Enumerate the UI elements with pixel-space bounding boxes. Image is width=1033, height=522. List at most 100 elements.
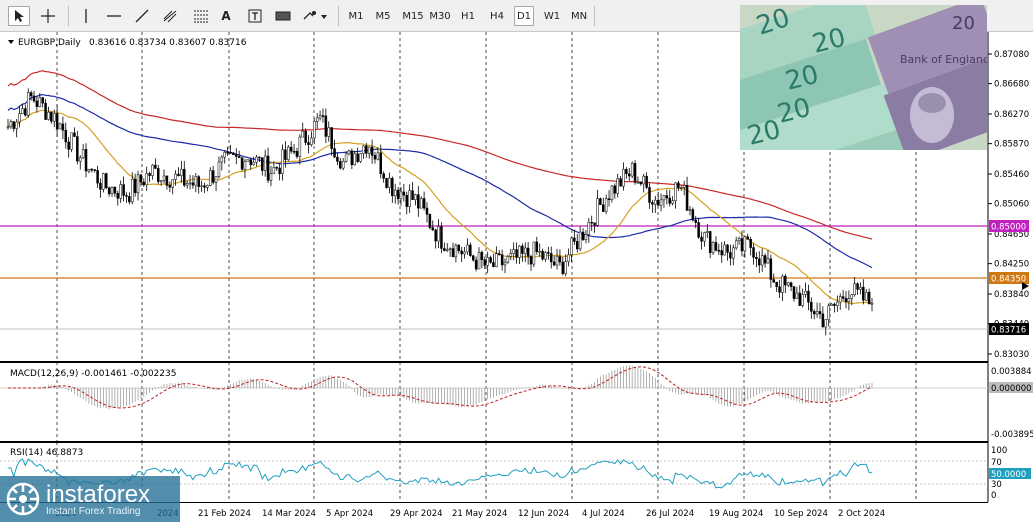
timeframe-h1-button[interactable]: H1 — [458, 6, 478, 26]
candle-body — [396, 189, 400, 200]
candle-body — [350, 150, 354, 165]
candle-body — [532, 241, 536, 265]
candle-body — [266, 155, 270, 181]
candle-body — [408, 190, 411, 207]
candle-body — [211, 170, 215, 183]
candle-body — [47, 111, 50, 120]
candle-body — [570, 237, 573, 256]
candle-body — [503, 261, 507, 266]
candle-body — [818, 311, 822, 315]
candle-body — [778, 286, 781, 293]
candle-body — [21, 108, 24, 114]
timeframe-m5-button[interactable]: M5 — [373, 6, 393, 26]
price-tick-label: 0.86270 — [994, 110, 1029, 120]
candle-body — [691, 209, 695, 221]
candle-body — [550, 253, 553, 263]
candle-body — [145, 173, 148, 186]
candle-body — [760, 255, 764, 266]
candle-body — [431, 227, 435, 231]
candle-body — [174, 173, 177, 180]
rsi-tick-0: 0 — [991, 491, 996, 501]
candle-body — [304, 130, 307, 143]
vertical-line-tool-button[interactable] — [76, 6, 96, 26]
logo-tagline: Instant Forex Trading — [46, 506, 141, 517]
candle-body — [807, 290, 810, 303]
rsi-tick-50: 50.0000 — [991, 470, 1026, 480]
candle-body — [706, 231, 709, 233]
candle-body — [463, 251, 466, 255]
candle-body — [217, 161, 221, 177]
candle-body — [850, 294, 854, 299]
candle-body — [223, 152, 226, 158]
candle-body — [168, 185, 172, 188]
candle-body — [113, 186, 117, 194]
candle-body — [183, 169, 186, 186]
candle-body — [717, 250, 721, 252]
banknotes-photo: 20 20 20 20 20 20 Bank of England — [740, 5, 987, 150]
candle-body — [544, 252, 547, 260]
price-tag-text: 0.85000 — [991, 223, 1026, 233]
candle-body — [440, 226, 443, 249]
candle-body — [662, 195, 666, 201]
candle-body — [844, 298, 848, 303]
rectangle-tool-button[interactable] — [272, 6, 294, 26]
timeframe-m30-button[interactable]: M30 — [429, 6, 451, 26]
candle-body — [870, 302, 874, 305]
crosshair-icon — [41, 9, 55, 23]
candle-body — [685, 185, 689, 211]
candle-body — [148, 173, 151, 176]
candle-body — [419, 198, 423, 209]
timeframe-w1-button[interactable]: W1 — [542, 6, 562, 26]
candle-body — [604, 198, 608, 212]
candle-body — [261, 157, 264, 171]
candle-body — [188, 182, 192, 185]
text-label-tool-button[interactable] — [244, 6, 266, 26]
candle-body — [708, 231, 712, 253]
time-axis-label: 4 Jul 2024 — [582, 509, 625, 519]
candle-body — [269, 173, 273, 181]
candle-body — [497, 253, 501, 255]
shapes-dropdown-button[interactable] — [300, 6, 332, 26]
candle-body — [474, 259, 478, 270]
candle-body — [32, 95, 36, 102]
candle-body — [289, 146, 293, 152]
text-tool-button[interactable]: A — [216, 6, 236, 26]
candle-body — [246, 159, 250, 162]
candle-body — [110, 186, 114, 195]
candle-body — [838, 296, 842, 303]
timeframe-m15-button[interactable]: M15 — [401, 6, 425, 26]
candle-body — [584, 234, 588, 240]
fibonacci-tool-button[interactable] — [188, 6, 214, 26]
candle-body — [321, 115, 325, 117]
candle-body — [804, 290, 807, 295]
time-axis-label: 21 Feb 2024 — [198, 509, 251, 519]
crosshair-tool-button[interactable] — [36, 6, 60, 26]
candle-body — [249, 159, 252, 165]
candle-body — [515, 249, 518, 258]
time-axis-label: 10 Sep 2024 — [774, 509, 828, 519]
candle-body — [711, 242, 715, 253]
candle-body — [347, 150, 351, 155]
price-tick-label: 0.85870 — [994, 140, 1029, 150]
candle-body — [96, 170, 99, 184]
candle-body — [445, 249, 449, 251]
candle-body — [414, 194, 417, 200]
cursor-tool-button[interactable] — [8, 6, 30, 26]
timeframe-mn-button[interactable]: MN — [570, 6, 588, 26]
candle-body — [313, 121, 316, 139]
macd-panel[interactable]: MACD(12,26,9) -0.001461 -0.002235 0.0038… — [0, 362, 1033, 442]
channel-tool-button[interactable] — [158, 6, 184, 26]
price-tick-label: 0.85060 — [994, 200, 1029, 210]
candle-body — [495, 253, 498, 267]
candle-body — [263, 155, 267, 171]
horizontal-line-tool-button[interactable] — [102, 6, 126, 26]
candle-body — [344, 153, 348, 162]
time-axis-label: 12 Jun 2024 — [518, 509, 569, 519]
timeframe-m1-button[interactable]: M1 — [346, 6, 366, 26]
trendline-tool-button[interactable] — [130, 6, 154, 26]
candle-body — [417, 194, 420, 209]
candle-body — [567, 254, 570, 262]
timeframe-h4-button[interactable]: H4 — [487, 6, 507, 26]
timeframe-d1-button[interactable]: D1 — [514, 6, 534, 26]
candle-body — [645, 175, 648, 188]
